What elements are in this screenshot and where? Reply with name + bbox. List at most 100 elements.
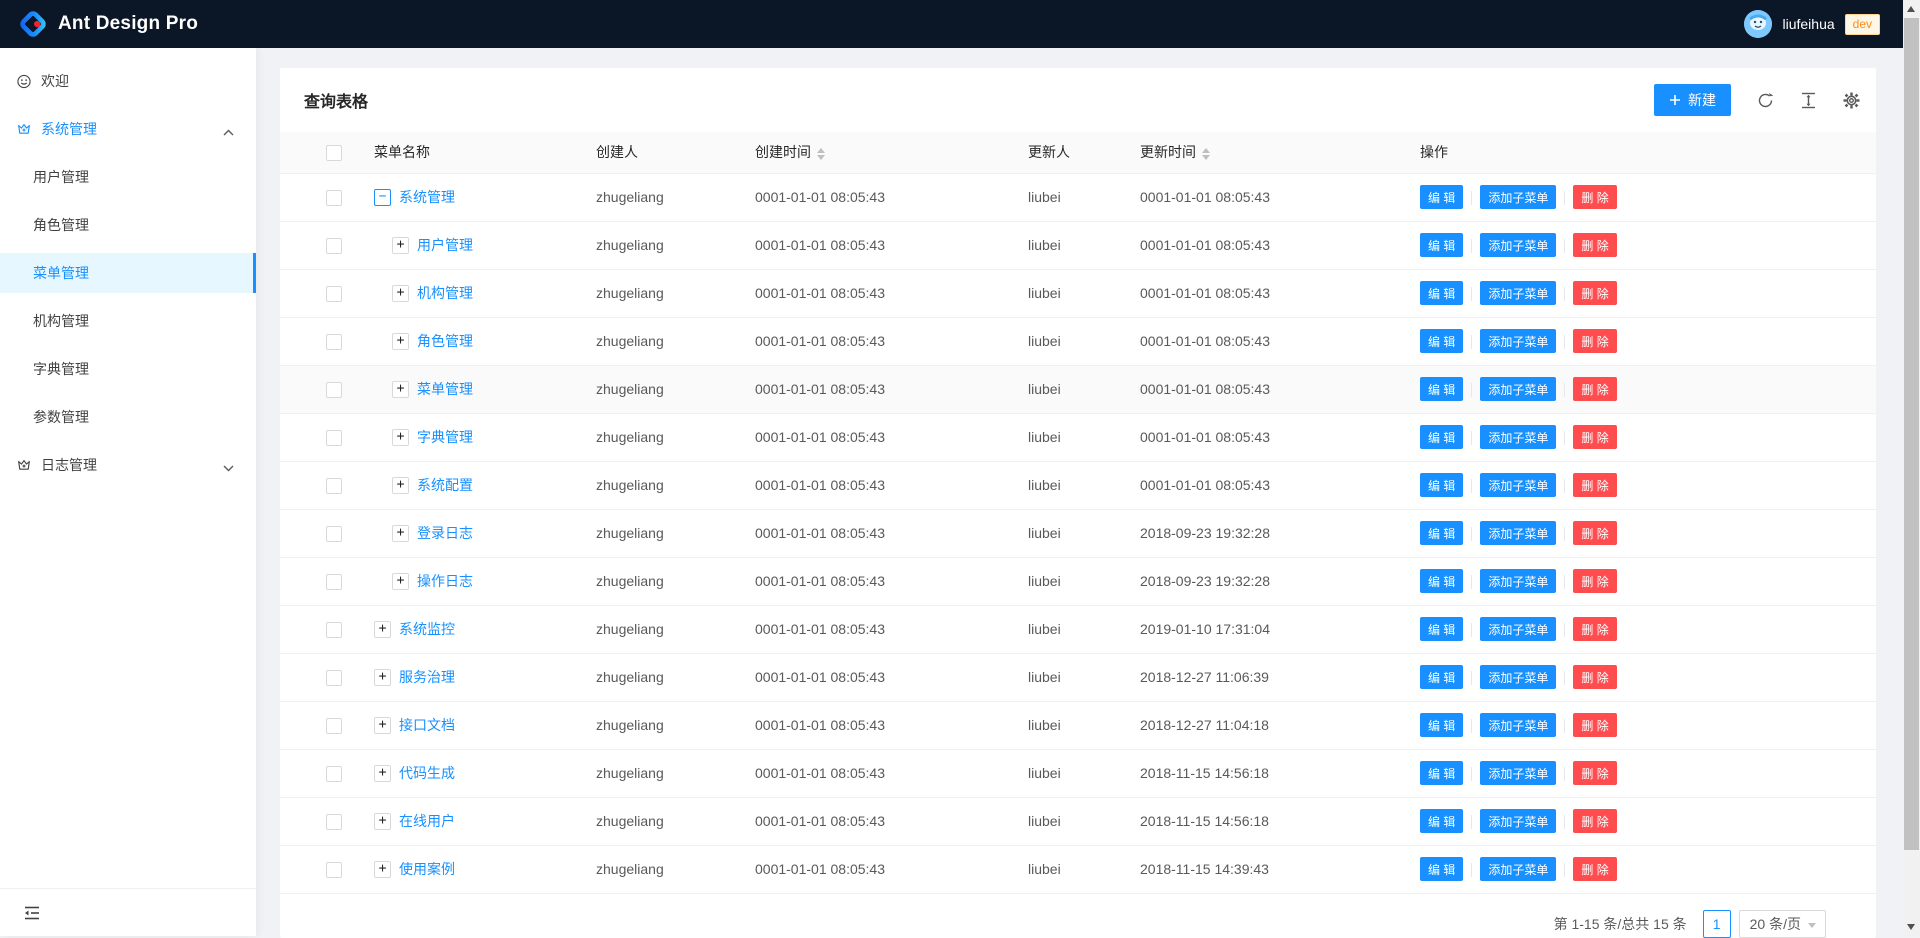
row-checkbox[interactable] (326, 574, 342, 590)
expand-toggle[interactable]: + (392, 285, 409, 302)
add-child-menu-button[interactable]: 添加子菜单 (1480, 473, 1556, 497)
row-checkbox[interactable] (326, 478, 342, 494)
expand-toggle[interactable]: + (392, 237, 409, 254)
menu-name-link[interactable]: 系统配置 (417, 475, 473, 495)
sort-caret-icon[interactable] (817, 148, 825, 160)
row-checkbox[interactable] (326, 190, 342, 206)
row-checkbox[interactable] (326, 670, 342, 686)
window-scrollbar[interactable] (1903, 0, 1920, 936)
row-checkbox[interactable] (326, 862, 342, 878)
scrollbar-thumb[interactable] (1904, 18, 1919, 850)
edit-button[interactable]: 编 辑 (1420, 761, 1463, 785)
delete-button[interactable]: 删 除 (1573, 329, 1616, 353)
menu-name-link[interactable]: 登录日志 (417, 523, 473, 543)
delete-button[interactable]: 删 除 (1573, 281, 1616, 305)
expand-toggle[interactable]: + (392, 333, 409, 350)
sidebar-item-2[interactable]: 用户管理 (0, 157, 256, 197)
edit-button[interactable]: 编 辑 (1420, 473, 1463, 497)
delete-button[interactable]: 删 除 (1573, 185, 1616, 209)
edit-button[interactable]: 编 辑 (1420, 569, 1463, 593)
edit-button[interactable]: 编 辑 (1420, 713, 1463, 737)
add-child-menu-button[interactable]: 添加子菜单 (1480, 617, 1556, 641)
add-child-menu-button[interactable]: 添加子菜单 (1480, 761, 1556, 785)
edit-button[interactable]: 编 辑 (1420, 329, 1463, 353)
add-child-menu-button[interactable]: 添加子菜单 (1480, 569, 1556, 593)
expand-toggle[interactable]: + (392, 429, 409, 446)
menu-name-link[interactable]: 字典管理 (417, 427, 473, 447)
column-height-icon[interactable] (1800, 92, 1817, 109)
menu-name-link[interactable]: 用户管理 (417, 235, 473, 255)
row-checkbox[interactable] (326, 286, 342, 302)
expand-toggle[interactable]: + (392, 573, 409, 590)
row-checkbox[interactable] (326, 430, 342, 446)
delete-button[interactable]: 删 除 (1573, 713, 1616, 737)
app-logo[interactable]: Ant Design Pro (0, 9, 198, 39)
sidebar-item-0[interactable]: 欢迎 (0, 61, 256, 101)
row-checkbox[interactable] (326, 334, 342, 350)
add-child-menu-button[interactable]: 添加子菜单 (1480, 857, 1556, 881)
row-checkbox[interactable] (326, 238, 342, 254)
delete-button[interactable]: 删 除 (1573, 761, 1616, 785)
scrollbar-up-arrow-icon[interactable] (1907, 6, 1915, 12)
delete-button[interactable]: 删 除 (1573, 665, 1616, 689)
edit-button[interactable]: 编 辑 (1420, 521, 1463, 545)
sidebar-item-7[interactable]: 参数管理 (0, 397, 256, 437)
add-child-menu-button[interactable]: 添加子菜单 (1480, 809, 1556, 833)
add-child-menu-button[interactable]: 添加子菜单 (1480, 665, 1556, 689)
expand-toggle[interactable]: + (374, 621, 391, 638)
menu-name-link[interactable]: 操作日志 (417, 571, 473, 591)
menu-name-link[interactable]: 代码生成 (399, 763, 455, 783)
new-button[interactable]: 新建 (1654, 84, 1731, 116)
menu-name-link[interactable]: 菜单管理 (417, 379, 473, 399)
select-all-checkbox[interactable] (326, 145, 342, 161)
expand-toggle[interactable]: + (374, 717, 391, 734)
row-checkbox[interactable] (326, 814, 342, 830)
column-header-updated[interactable]: 更新时间 (1124, 132, 1404, 173)
add-child-menu-button[interactable]: 添加子菜单 (1480, 377, 1556, 401)
menu-fold-icon[interactable] (24, 905, 40, 921)
delete-button[interactable]: 删 除 (1573, 809, 1616, 833)
add-child-menu-button[interactable]: 添加子菜单 (1480, 329, 1556, 353)
edit-button[interactable]: 编 辑 (1420, 857, 1463, 881)
delete-button[interactable]: 删 除 (1573, 473, 1616, 497)
menu-name-link[interactable]: 系统管理 (399, 187, 455, 207)
edit-button[interactable]: 编 辑 (1420, 377, 1463, 401)
row-checkbox[interactable] (326, 382, 342, 398)
row-checkbox[interactable] (326, 526, 342, 542)
expand-toggle[interactable]: + (392, 381, 409, 398)
row-checkbox[interactable] (326, 718, 342, 734)
delete-button[interactable]: 删 除 (1573, 233, 1616, 257)
sidebar-item-8[interactable]: 日志管理 (0, 445, 256, 485)
expand-toggle[interactable]: + (392, 477, 409, 494)
settings-gear-icon[interactable] (1843, 92, 1860, 109)
menu-name-link[interactable]: 系统监控 (399, 619, 455, 639)
sidebar-item-4[interactable]: 菜单管理 (0, 253, 256, 293)
add-child-menu-button[interactable]: 添加子菜单 (1480, 521, 1556, 545)
menu-name-link[interactable]: 服务治理 (399, 667, 455, 687)
pagination-page-1[interactable]: 1 (1703, 910, 1731, 938)
delete-button[interactable]: 删 除 (1573, 617, 1616, 641)
delete-button[interactable]: 删 除 (1573, 521, 1616, 545)
page-size-select[interactable]: 20 条/页 (1739, 910, 1826, 938)
add-child-menu-button[interactable]: 添加子菜单 (1480, 425, 1556, 449)
expand-toggle[interactable]: + (374, 669, 391, 686)
edit-button[interactable]: 编 辑 (1420, 425, 1463, 449)
user-avatar[interactable] (1744, 10, 1772, 38)
edit-button[interactable]: 编 辑 (1420, 281, 1463, 305)
expand-toggle[interactable]: + (392, 525, 409, 542)
edit-button[interactable]: 编 辑 (1420, 185, 1463, 209)
edit-button[interactable]: 编 辑 (1420, 233, 1463, 257)
expand-toggle[interactable]: + (374, 813, 391, 830)
column-header-created[interactable]: 创建时间 (739, 132, 1012, 173)
username-text[interactable]: liufeihua (1782, 16, 1834, 32)
edit-button[interactable]: 编 辑 (1420, 665, 1463, 689)
delete-button[interactable]: 删 除 (1573, 857, 1616, 881)
sort-caret-icon[interactable] (1202, 148, 1210, 160)
add-child-menu-button[interactable]: 添加子菜单 (1480, 185, 1556, 209)
add-child-menu-button[interactable]: 添加子菜单 (1480, 713, 1556, 737)
edit-button[interactable]: 编 辑 (1420, 617, 1463, 641)
expand-toggle[interactable]: + (374, 861, 391, 878)
collapse-toggle[interactable]: − (374, 189, 391, 206)
sidebar-item-6[interactable]: 字典管理 (0, 349, 256, 389)
menu-name-link[interactable]: 在线用户 (399, 811, 455, 831)
